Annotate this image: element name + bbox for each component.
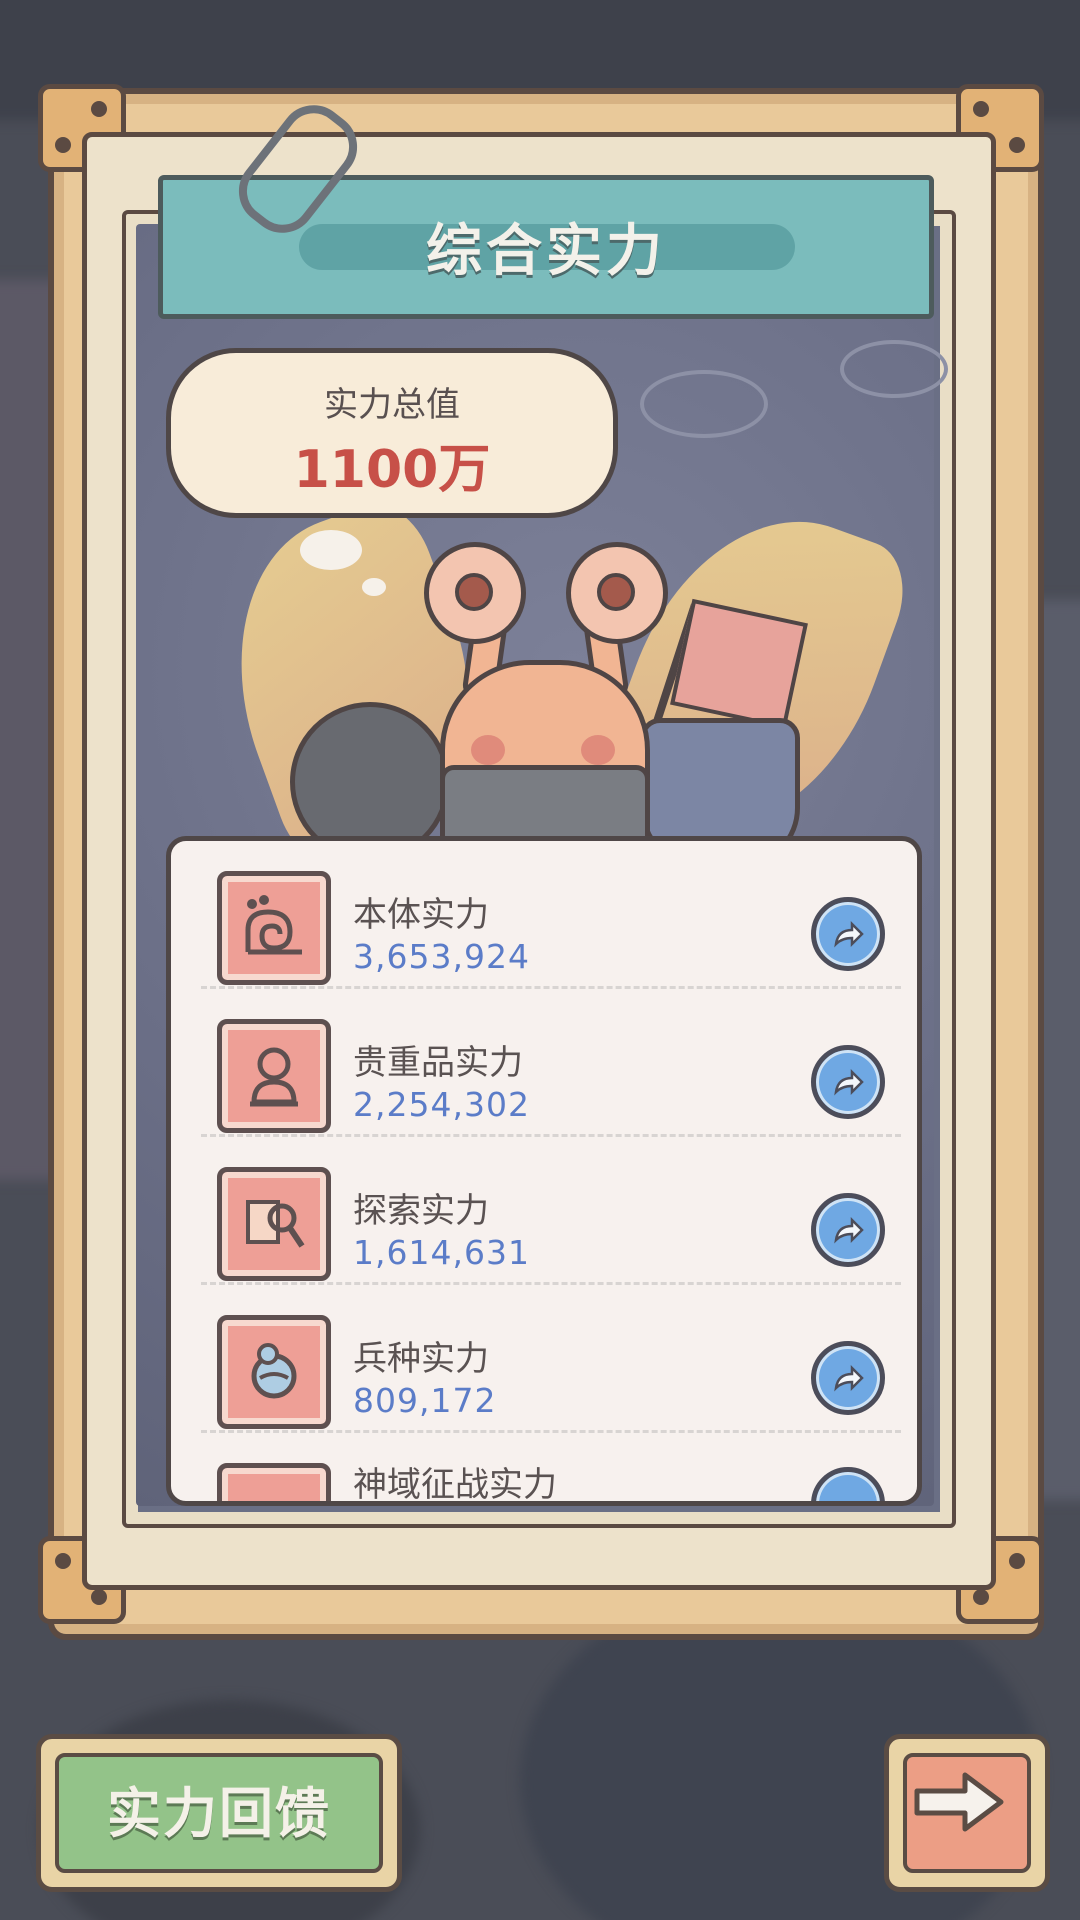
snail-eye-left-icon [424, 542, 526, 644]
unknown-icon [217, 1463, 331, 1501]
eye-emblem-icon [840, 340, 948, 398]
stat-value: 2,254,302 [353, 1085, 530, 1124]
stat-value: 3,653,924 [353, 937, 530, 976]
troop-orb-icon [217, 1315, 331, 1429]
go-button-troop-power[interactable] [811, 1341, 885, 1415]
stat-name: 本体实力 [353, 895, 489, 935]
share-arrow-icon [834, 1364, 864, 1392]
arrow-right-icon [914, 1772, 1004, 1832]
total-power-label: 实力总值 [324, 385, 460, 425]
list-item-explore-power: 探索实力 1,614,631 [171, 1137, 917, 1285]
share-arrow-icon [834, 1068, 864, 1096]
thought-dot [300, 530, 362, 570]
thought-dot [362, 578, 386, 596]
magnifier-map-icon [217, 1167, 331, 1281]
share-arrow-icon [834, 920, 864, 948]
next-button[interactable] [884, 1734, 1050, 1892]
stat-name: 兵种实力 [353, 1339, 489, 1379]
stat-name: 神域征战实力 [353, 1465, 557, 1505]
go-button-treasure-power[interactable] [811, 1045, 885, 1119]
power-breakdown-list[interactable]: 本体实力 3,653,924 贵重品实力 2,254,302 探索实力 1,61… [166, 836, 922, 1506]
go-button-body-power[interactable] [811, 897, 885, 971]
stat-value: 809,172 [353, 1381, 497, 1420]
go-button-explore-power[interactable] [811, 1193, 885, 1267]
snail-icon [217, 871, 331, 985]
stat-name: 探索实力 [353, 1191, 489, 1231]
list-item-treasure-power: 贵重品实力 2,254,302 [171, 989, 917, 1137]
list-item-body-power: 本体实力 3,653,924 [171, 841, 917, 989]
list-item-divine-power: 神域征战实力 [171, 1433, 917, 1505]
stat-name: 贵重品实力 [353, 1043, 523, 1083]
stat-value: 1,614,631 [353, 1233, 530, 1272]
eye-emblem-icon [640, 370, 768, 438]
snail-eye-right-icon [566, 542, 668, 644]
go-button-divine-power[interactable] [811, 1467, 885, 1501]
list-item-troop-power: 兵种实力 809,172 [171, 1285, 917, 1433]
bust-statue-icon [217, 1019, 331, 1133]
total-power-bubble: 实力总值 1100万 [166, 348, 618, 518]
power-feedback-label: 实力回馈 [107, 1782, 331, 1845]
share-arrow-icon [834, 1216, 864, 1244]
power-feedback-button[interactable]: 实力回馈 [36, 1734, 402, 1892]
total-power-value: 1100万 [293, 440, 491, 500]
